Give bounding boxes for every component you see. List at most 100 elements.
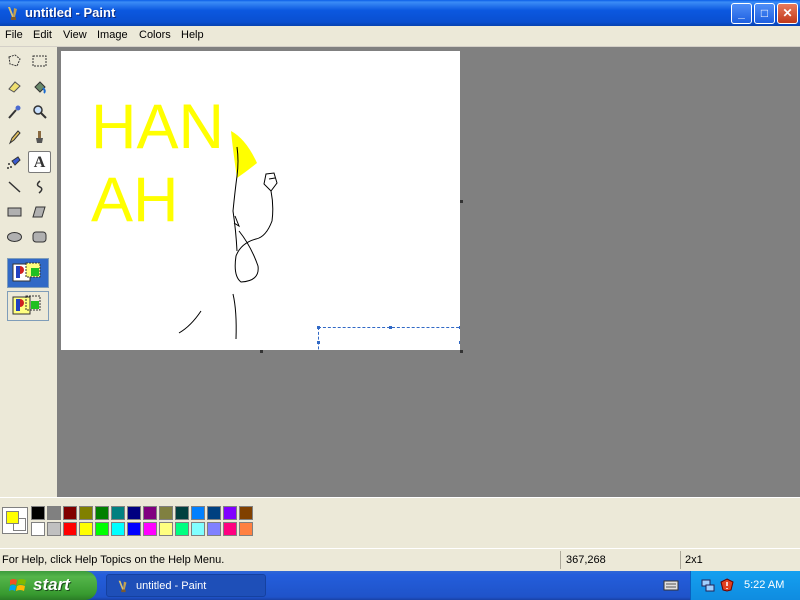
eraser-tool[interactable]	[3, 76, 26, 98]
airbrush-tool[interactable]	[3, 151, 26, 173]
start-button[interactable]: start	[0, 571, 97, 600]
stick-figure-drawing	[178, 131, 278, 340]
palette-swatch[interactable]	[111, 506, 125, 520]
workspace: HAN AH	[57, 47, 800, 497]
palette-swatch[interactable]	[239, 506, 253, 520]
text-tool[interactable]: A	[28, 151, 51, 173]
palette-swatch[interactable]	[47, 522, 61, 536]
palette-swatch[interactable]	[223, 506, 237, 520]
palette-swatch[interactable]	[79, 522, 93, 536]
curve-icon	[36, 180, 43, 194]
canvas-resize-handle-right[interactable]	[460, 200, 463, 203]
polygon-tool[interactable]	[28, 201, 51, 223]
transparent-background-option[interactable]	[7, 291, 49, 321]
taskbar-item-label: untitled - Paint	[136, 580, 207, 592]
paint-app-icon	[118, 580, 127, 593]
free-form-select-tool[interactable]	[3, 50, 26, 72]
transparent-background-icon	[12, 295, 41, 315]
ellipse-icon	[7, 232, 22, 242]
maximize-button[interactable]: □	[754, 3, 775, 24]
menu-image[interactable]: Image	[97, 29, 128, 41]
canvas-resize-handle-bottom[interactable]	[260, 350, 263, 353]
drawing-canvas[interactable]: HAN AH	[61, 51, 460, 350]
palette-swatch[interactable]	[159, 506, 173, 520]
palette-swatch[interactable]	[31, 506, 45, 520]
palette-swatch[interactable]	[127, 522, 141, 536]
selection-handle[interactable]	[389, 326, 392, 329]
menu-help[interactable]: Help	[181, 29, 204, 41]
palette-swatch[interactable]	[159, 522, 173, 536]
palette-swatch[interactable]	[127, 506, 141, 520]
windows-logo-icon	[9, 579, 26, 591]
pencil-tool[interactable]	[3, 126, 26, 148]
selection-handle[interactable]	[317, 326, 320, 329]
status-divider	[560, 551, 561, 569]
minimize-button[interactable]: _	[731, 3, 752, 24]
brush-tool[interactable]	[28, 126, 51, 148]
rectangle-tool[interactable]	[3, 201, 26, 223]
close-button[interactable]: ✕	[777, 3, 798, 24]
curve-tool[interactable]	[28, 176, 51, 198]
palette-swatch[interactable]	[143, 522, 157, 536]
rect-select-tool[interactable]	[28, 50, 51, 72]
selection-handle[interactable]	[459, 326, 460, 329]
magnifier-tool[interactable]	[28, 101, 51, 123]
opaque-background-icon	[12, 262, 41, 282]
rounded-rect-tool[interactable]	[28, 226, 51, 248]
palette-swatch[interactable]	[79, 506, 93, 520]
keyboard-icon[interactable]	[663, 578, 679, 592]
tool-box: A	[0, 47, 57, 497]
palette-swatch[interactable]	[207, 522, 221, 536]
airbrush-icon	[7, 156, 21, 169]
status-bar: For Help, click Help Topics on the Help …	[0, 548, 800, 571]
color-palette	[0, 497, 800, 546]
window-title: untitled - Paint	[25, 5, 116, 20]
brush-icon	[36, 131, 43, 143]
palette-swatch[interactable]	[175, 506, 189, 520]
taskbar-item-paint[interactable]: untitled - Paint	[106, 574, 266, 597]
menu-colors[interactable]: Colors	[139, 29, 171, 41]
status-divider	[680, 551, 681, 569]
palette-swatch[interactable]	[95, 506, 109, 520]
status-selection-size: 2x1	[685, 554, 703, 566]
palette-swatch[interactable]	[175, 522, 189, 536]
menu-file[interactable]: File	[5, 29, 23, 41]
magnifier-icon	[33, 105, 47, 119]
ellipse-tool[interactable]	[3, 226, 26, 248]
foreground-color-swatch	[6, 511, 19, 524]
color-picker-icon	[8, 105, 21, 119]
free-form-select-icon	[8, 54, 21, 67]
fill-bucket-icon	[34, 81, 46, 94]
palette-swatch[interactable]	[63, 506, 77, 520]
fill-bucket-tool[interactable]	[28, 76, 51, 98]
menu-view[interactable]: View	[63, 29, 87, 41]
clock: 5:22 AM	[744, 579, 785, 591]
color-picker-tool[interactable]	[3, 101, 26, 123]
palette-swatch[interactable]	[63, 522, 77, 536]
text-entry-box[interactable]	[317, 326, 460, 350]
line-tool[interactable]	[3, 176, 26, 198]
palette-swatch[interactable]	[111, 522, 125, 536]
palette-swatch[interactable]	[47, 506, 61, 520]
palette-swatch[interactable]	[95, 522, 109, 536]
selection-handle[interactable]	[459, 341, 460, 344]
system-tray: 5:22 AM	[690, 571, 800, 600]
palette-swatch[interactable]	[207, 506, 221, 520]
status-cursor-position: 367,268	[566, 554, 606, 566]
palette-swatch[interactable]	[143, 506, 157, 520]
palette-swatch[interactable]	[239, 522, 253, 536]
current-colors	[2, 507, 28, 534]
eraser-icon	[8, 81, 21, 93]
opaque-background-option[interactable]	[7, 258, 49, 288]
line-icon	[8, 181, 21, 193]
palette-swatch[interactable]	[223, 522, 237, 536]
polygon-icon	[32, 206, 46, 218]
network-icon[interactable]	[701, 578, 715, 592]
palette-swatch[interactable]	[191, 522, 205, 536]
palette-swatch[interactable]	[191, 506, 205, 520]
security-alert-icon[interactable]	[720, 578, 734, 592]
palette-swatch[interactable]	[31, 522, 45, 536]
canvas-resize-handle-corner[interactable]	[460, 350, 463, 353]
selection-handle[interactable]	[317, 341, 320, 344]
menu-edit[interactable]: Edit	[33, 29, 52, 41]
